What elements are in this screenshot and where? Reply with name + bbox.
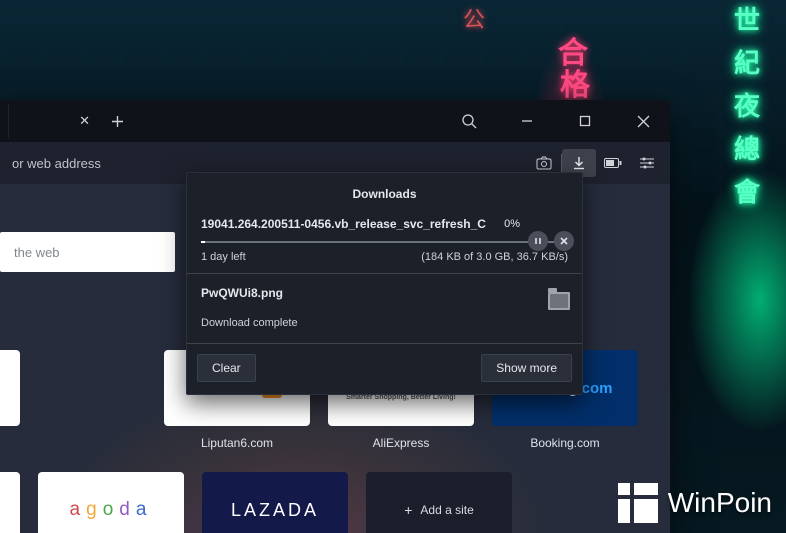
easy-setup-icon[interactable]	[630, 149, 664, 177]
cancel-download-button[interactable]	[554, 231, 574, 251]
download-status: Download complete	[201, 317, 568, 329]
minimize-button[interactable]	[510, 104, 544, 138]
progress-bar	[201, 241, 568, 243]
new-tab-button[interactable]	[100, 104, 134, 138]
pause-download-button[interactable]	[528, 231, 548, 251]
neon-char: 紀	[730, 43, 764, 80]
neon-char: 公	[463, 2, 485, 34]
search-input[interactable]: the web	[0, 232, 175, 272]
download-eta: 1 day left	[201, 251, 246, 263]
neon-char: 夜	[730, 86, 764, 123]
speed-dial-tile[interactable]	[0, 350, 146, 450]
lazada-logo: LAZADA	[202, 472, 348, 533]
download-percent: 0%	[504, 218, 520, 230]
battery-saver-icon[interactable]	[596, 149, 630, 177]
neon-char: 會	[730, 172, 764, 209]
address-placeholder: or web address	[12, 156, 101, 171]
tile-label: Booking.com	[492, 436, 638, 450]
neon-char: 總	[730, 129, 764, 166]
search-button[interactable]	[452, 104, 486, 138]
windows-logo-icon	[618, 483, 658, 523]
window-titlebar: ✕	[0, 100, 670, 142]
add-site-label: Add a site	[420, 503, 473, 517]
neon-char: 格	[560, 60, 590, 104]
download-stats: (184 KB of 3.0 GB, 36.7 KB/s)	[421, 251, 568, 263]
neon-sign: 世 紀 夜 總 會	[730, 0, 764, 450]
show-more-button[interactable]: Show more	[481, 354, 572, 382]
close-tab-icon[interactable]: ✕	[79, 113, 90, 129]
add-site-tile[interactable]: +Add a site	[366, 472, 512, 533]
download-item[interactable]: 19041.264.200511-0456.vb_release_svc_ref…	[187, 211, 582, 274]
download-item[interactable]: PwQWUi8.png Download complete	[187, 274, 582, 344]
agoda-logo: agoda	[70, 499, 153, 521]
show-in-folder-button[interactable]	[548, 292, 570, 310]
clear-downloads-button[interactable]: Clear	[197, 354, 256, 382]
winpoin-watermark: WinPoin	[618, 483, 772, 523]
speed-dial-tile[interactable]: agoda	[38, 472, 184, 533]
downloads-title: Downloads	[187, 183, 582, 211]
download-filename: PwQWUi8.png	[201, 286, 283, 300]
tile-label: Liputan6.com	[164, 436, 310, 450]
speed-dial-tile[interactable]: LAZADA	[202, 472, 348, 533]
downloads-panel: Downloads 19041.264.200511-0456.vb_relea…	[186, 172, 583, 395]
download-filename: 19041.264.200511-0456.vb_release_svc_ref…	[201, 217, 486, 231]
maximize-button[interactable]	[568, 104, 602, 138]
search-placeholder: the web	[14, 245, 60, 260]
close-window-button[interactable]	[626, 104, 660, 138]
watermark-text: WinPoin	[668, 487, 772, 519]
tile-label: AliExpress	[328, 436, 474, 450]
neon-char: 世	[730, 0, 764, 37]
browser-tab[interactable]: ✕	[8, 104, 100, 138]
